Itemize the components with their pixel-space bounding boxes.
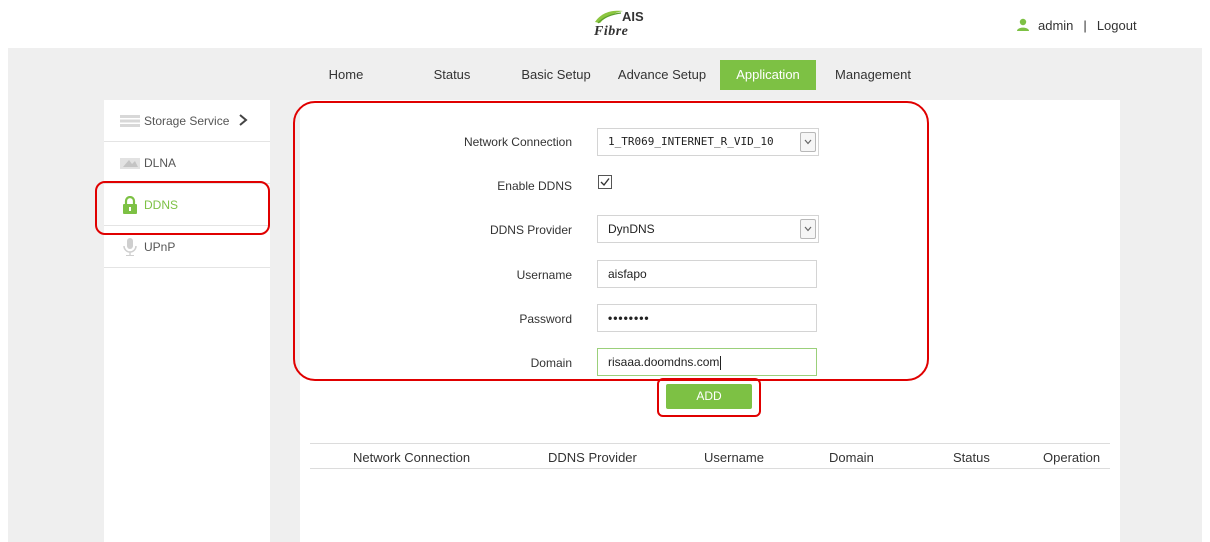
table-top-border: [310, 443, 1110, 444]
storage-icon: [120, 113, 140, 129]
logo-swoosh-icon: [595, 10, 623, 24]
main-nav: Home Status Basic Setup Advance Setup Ap…: [0, 60, 1210, 90]
tab-basic-setup[interactable]: Basic Setup: [516, 60, 596, 90]
tab-application[interactable]: Application: [720, 60, 816, 90]
table-header-network-connection: Network Connection: [353, 450, 471, 465]
add-button-highlight-outline: [657, 378, 761, 417]
sidebar-item-storage-service[interactable]: Storage Service: [104, 100, 270, 142]
username-label[interactable]: admin: [1038, 18, 1073, 33]
dlna-icon: [120, 155, 140, 171]
ais-fibre-logo: AIS Fibre: [590, 8, 650, 44]
logout-link[interactable]: Logout: [1097, 18, 1137, 33]
table-header-ddns-provider: DDNS Provider: [548, 450, 637, 465]
sidebar: Storage Service DLNA DDNS UPnP: [104, 100, 270, 542]
table-bottom-border: [310, 468, 1110, 469]
tab-home[interactable]: Home: [318, 60, 374, 90]
chevron-right-icon: [239, 114, 248, 126]
table-header-domain: Domain: [829, 450, 874, 465]
table-header-operation: Operation: [1043, 450, 1101, 465]
tab-advance-setup[interactable]: Advance Setup: [612, 60, 712, 90]
sidebar-item-dlna[interactable]: DLNA: [104, 142, 270, 184]
sidebar-item-label: DLNA: [144, 155, 177, 170]
ddns-highlight-outline: [95, 181, 270, 235]
microphone-icon: [120, 237, 140, 256]
user-icon: [1017, 18, 1029, 31]
sidebar-item-label: Storage Service: [144, 113, 230, 128]
sidebar-item-label: UPnP: [144, 239, 176, 254]
separator: |: [1083, 17, 1087, 33]
form-highlight-outline: [293, 101, 929, 381]
table-header-username: Username: [704, 450, 764, 465]
logo-ais-text: AIS: [622, 9, 644, 24]
table-header-status: Status: [953, 450, 990, 465]
user-bar: admin | Logout: [1016, 16, 1137, 34]
tab-status[interactable]: Status: [424, 60, 480, 90]
logo-fibre-text: Fibre: [594, 24, 629, 39]
tab-management[interactable]: Management: [828, 60, 918, 90]
header: AIS Fibre admin | Logout: [0, 0, 1210, 48]
